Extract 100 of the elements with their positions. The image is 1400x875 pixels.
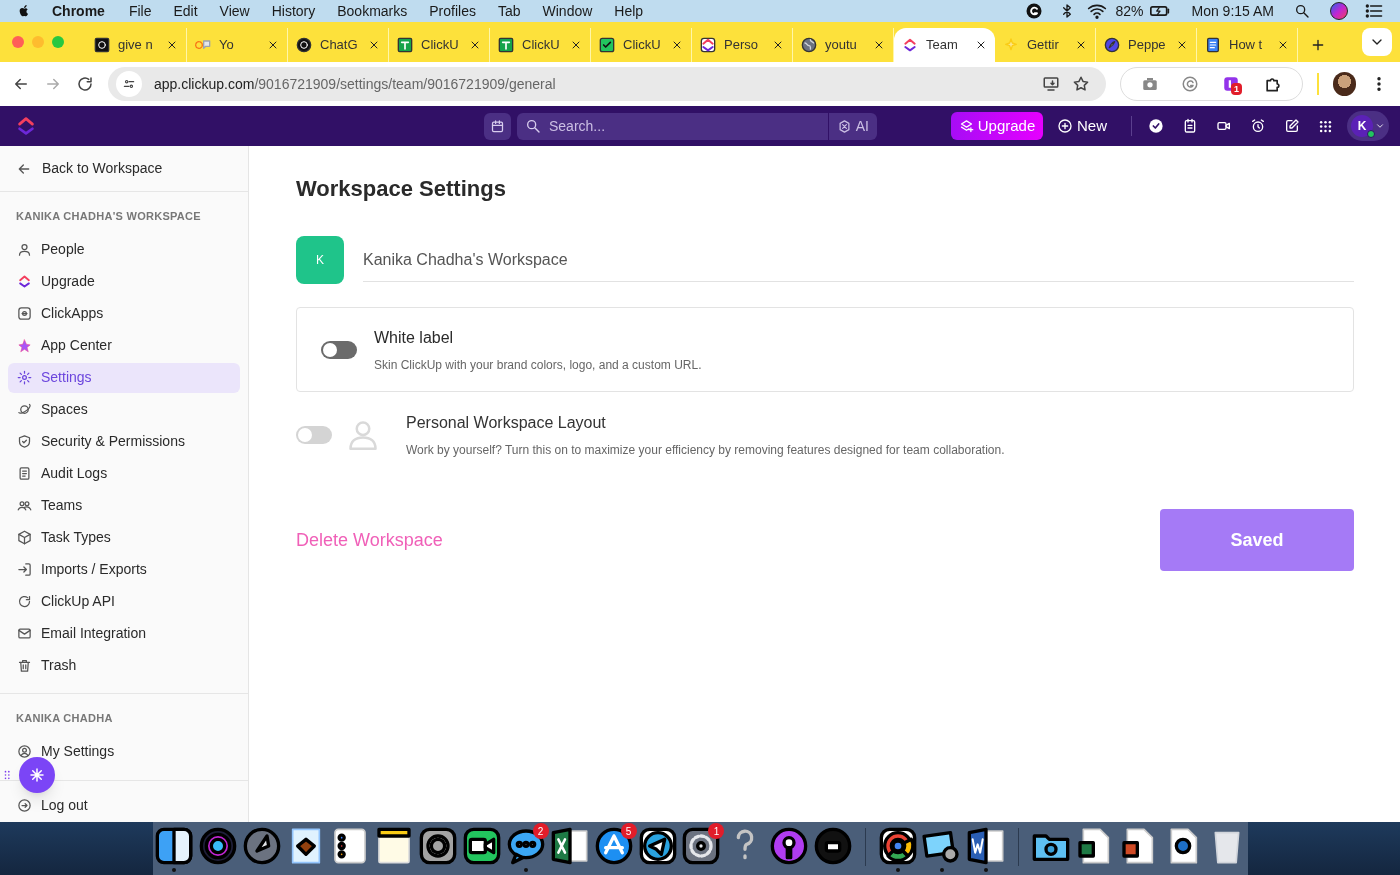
- ai-button[interactable]: AI: [827, 112, 877, 140]
- logout-icon: [17, 797, 32, 813]
- menu-item[interactable]: View: [219, 0, 250, 22]
- check-circle-icon[interactable]: [1148, 118, 1164, 134]
- checkbox-icon: [599, 37, 615, 53]
- close-icon[interactable]: [570, 39, 582, 51]
- sidebar-item[interactable]: Security & Permissions: [8, 426, 240, 457]
- close-icon[interactable]: [1176, 39, 1188, 51]
- shield-check-icon: [17, 434, 32, 449]
- search-field[interactable]: Search... AI: [517, 112, 877, 140]
- grammar-g-icon[interactable]: [1025, 2, 1044, 20]
- menu-item[interactable]: Help: [614, 0, 644, 22]
- back-to-workspace-link[interactable]: Back to Workspace: [0, 158, 179, 179]
- close-icon[interactable]: [671, 39, 683, 51]
- document-icon: [1205, 37, 1221, 53]
- sidebar-item[interactable]: ClickUp API: [8, 586, 240, 617]
- menu-item[interactable]: Window: [542, 0, 593, 22]
- sidebar-item[interactable]: App Center: [8, 330, 240, 361]
- upgrade-button[interactable]: Upgrade: [951, 112, 1043, 140]
- tab-list-button[interactable]: [1362, 28, 1392, 56]
- star-icon[interactable]: [1072, 75, 1091, 93]
- close-icon[interactable]: [368, 39, 380, 51]
- calendar-button[interactable]: [484, 112, 511, 140]
- site-settings-button[interactable]: [116, 71, 142, 97]
- menu-item[interactable]: Profiles: [429, 0, 476, 22]
- clock[interactable]: Mon 9:15 AM: [1191, 0, 1274, 22]
- close-icon[interactable]: [1075, 39, 1087, 51]
- section-heading: KANIKA CHADHA: [15, 710, 114, 726]
- menu-item[interactable]: Edit: [173, 0, 198, 22]
- app-menu[interactable]: Chrome: [52, 0, 105, 22]
- close-icon[interactable]: [975, 39, 987, 51]
- battery-percent: 82%: [1115, 1, 1144, 21]
- camera-icon[interactable]: [1140, 75, 1159, 93]
- sidebar-item[interactable]: My Settings: [8, 736, 240, 766]
- sidebar-item[interactable]: People: [8, 234, 240, 265]
- sidebar-item[interactable]: Settings: [8, 362, 240, 393]
- new-button[interactable]: New: [1057, 114, 1107, 138]
- sidebar-item[interactable]: Email Integration: [8, 618, 240, 649]
- log-out-link[interactable]: Log out: [0, 793, 248, 817]
- sidebar-item[interactable]: Spaces: [8, 394, 240, 425]
- control-list-icon[interactable]: [1364, 1, 1384, 21]
- sliders-icon: [122, 77, 136, 91]
- reload-icon[interactable]: [76, 75, 94, 93]
- sparkle-icon: [1003, 37, 1019, 53]
- document-list-icon: [17, 466, 32, 481]
- sidebar-item[interactable]: Trash: [8, 650, 240, 681]
- sidebar-item[interactable]: Teams: [8, 490, 240, 521]
- close-icon[interactable]: [267, 39, 279, 51]
- edit-square-icon[interactable]: [1284, 118, 1300, 134]
- app-square-icon: [17, 306, 32, 321]
- address-bar[interactable]: app.clickup.com/9016721909/settings/team/9016721909/general: [108, 67, 1107, 101]
- close-icon[interactable]: [166, 39, 178, 51]
- orb-icon[interactable]: [1330, 2, 1348, 20]
- grid-icon[interactable]: [1318, 118, 1333, 134]
- notepad-icon[interactable]: [1182, 118, 1198, 134]
- gear-icon[interactable]: [681, 826, 722, 866]
- planet-icon: [17, 402, 32, 417]
- person-icon: [17, 242, 32, 257]
- g-circle-icon[interactable]: [1181, 75, 1200, 93]
- orb-icon[interactable]: [198, 826, 238, 866]
- close-icon[interactable]: [772, 39, 784, 51]
- menu-item[interactable]: History: [271, 0, 316, 22]
- paper-plane-icon[interactable]: [637, 826, 678, 866]
- user-circle-icon: [17, 743, 32, 759]
- workspace-name-field[interactable]: Kanika Chadha's Workspace: [363, 238, 1354, 282]
- person-silhouette-icon: [348, 418, 378, 452]
- spreadsheet-icon[interactable]: [549, 826, 590, 866]
- sidebar-item[interactable]: Task Types: [8, 522, 240, 553]
- install-app-icon[interactable]: [1042, 75, 1061, 93]
- chevron-down-icon: [1375, 121, 1385, 131]
- menu-item[interactable]: Tab: [497, 0, 521, 22]
- option-title: White label: [374, 327, 455, 348]
- chevron-logo-icon[interactable]: [15, 115, 37, 137]
- avatar-initial: K: [1357, 118, 1367, 135]
- toggle-switch[interactable]: [321, 340, 357, 359]
- browser-tab[interactable]: Team: [894, 28, 995, 62]
- close-icon[interactable]: [1277, 39, 1289, 51]
- sidebar-item[interactable]: ClickApps: [8, 298, 240, 329]
- document-icon[interactable]: [966, 826, 1007, 866]
- sidebar-item[interactable]: Upgrade: [8, 266, 240, 297]
- menu-item[interactable]: File: [128, 0, 152, 22]
- sparkle-stack-icon: [958, 118, 974, 134]
- video-camera-icon[interactable]: [461, 826, 502, 866]
- close-icon[interactable]: [469, 39, 481, 51]
- app-store-icon[interactable]: [593, 826, 634, 866]
- user-menu-button[interactable]: K: [1347, 111, 1389, 141]
- notification-badge: 1: [708, 823, 725, 839]
- profile-avatar[interactable]: [1333, 72, 1356, 96]
- podcast-icon[interactable]: [769, 826, 810, 866]
- sidebar-item[interactable]: Imports / Exports: [8, 554, 240, 585]
- menu-item[interactable]: Bookmarks: [337, 0, 408, 22]
- tab-title: Yo: [219, 36, 235, 55]
- close-icon[interactable]: [873, 39, 885, 51]
- plus-icon[interactable]: [1310, 37, 1326, 53]
- alarm-clock-icon[interactable]: [1250, 118, 1266, 134]
- tab-title: give n: [118, 36, 154, 55]
- sidebar-item[interactable]: Audit Logs: [8, 458, 240, 489]
- tab-title: ClickU: [421, 36, 460, 55]
- search-icon[interactable]: [1294, 3, 1310, 19]
- speech-bubble-icon[interactable]: [505, 826, 546, 866]
